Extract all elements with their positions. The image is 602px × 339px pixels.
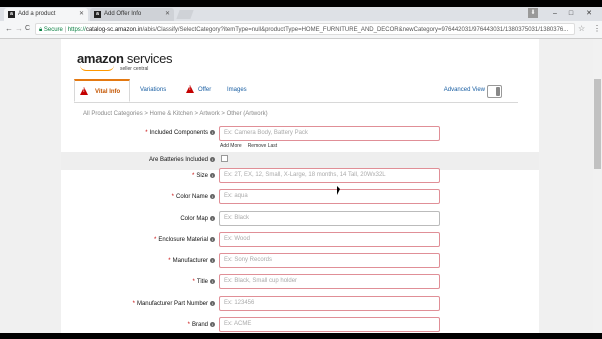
url-host: catalog-sc.amazon.in — [85, 27, 143, 33]
url-path: /abis/Classify/SelectCategory?itemType=n… — [142, 27, 569, 33]
manufacturer-input[interactable]: Ex: Sony Records — [219, 253, 440, 268]
form-row: * Title i Ex: Black, Small cup holder — [61, 273, 539, 291]
amazon-favicon-icon: a — [8, 11, 15, 18]
warning-icon — [80, 87, 88, 95]
browser-menu-icon[interactable]: ⋮ — [593, 24, 601, 33]
enclosure-material-input[interactable]: Ex: Wood — [219, 232, 440, 247]
color-name-input[interactable]: Ex: aqua — [219, 189, 440, 204]
amazon-services-logo[interactable]: amazon services seller central — [77, 51, 173, 72]
field-label: * Title i — [193, 277, 215, 287]
close-window-button[interactable]: ✕ — [582, 7, 596, 20]
warning-icon — [186, 85, 194, 93]
url-prefix: https:// — [67, 27, 86, 33]
info-icon[interactable]: i — [210, 321, 215, 327]
logo-subtitle: seller central — [120, 66, 149, 72]
category-breadcrumb[interactable]: All Product Categories > Home & Kitchen … — [83, 111, 268, 117]
tab-title: Add Offer Info — [104, 11, 142, 17]
form-row: Color Map i Ex: Black — [61, 210, 539, 228]
forward-arrow-icon[interactable]: → — [15, 24, 23, 34]
minimize-button[interactable]: – — [548, 7, 562, 20]
info-icon[interactable]: i — [210, 300, 215, 306]
close-tab-icon[interactable]: ✕ — [79, 8, 84, 21]
tab-label: Images — [227, 87, 247, 93]
info-icon[interactable]: i — [210, 156, 215, 162]
form-row: * Brand i Ex: ACME — [61, 316, 539, 333]
reload-icon[interactable]: C — [25, 24, 30, 34]
add-more-link[interactable]: Add More — [220, 143, 242, 149]
address-bar: ← → C 🔒︎ Secure | https://catalog-sc.ama… — [0, 21, 602, 39]
form-row: * Size i Ex: 2T, EX, 12, Small, X-Large, 1… — [61, 167, 539, 185]
download-icon[interactable]: ⬇ — [528, 8, 538, 18]
amazon-favicon-icon: a — [94, 11, 101, 18]
form-row: * Manufacturer i Ex: Sony Records — [61, 252, 539, 270]
form-row: * Color Name i Ex: aqua — [61, 188, 539, 206]
tab-offer[interactable]: Offer — [184, 79, 211, 102]
field-label: Color Map i — [180, 214, 215, 224]
field-label: * Manufacturer i — [168, 256, 215, 266]
info-icon[interactable]: i — [210, 236, 215, 242]
info-icon[interactable]: i — [210, 215, 215, 221]
mouse-cursor-icon — [337, 186, 340, 195]
info-icon[interactable]: i — [210, 278, 215, 284]
smile-icon — [80, 65, 114, 71]
included-components-input[interactable]: Ex: Camera Body, Battery Pack — [219, 126, 440, 141]
product-tabs: Vital Info Variations Offer Images Advan… — [74, 79, 518, 103]
browser-window: a Add a product ✕ a Add Offer Info ✕ ⬇ –… — [0, 7, 602, 333]
tab-title: Add a product — [18, 11, 56, 17]
title-input[interactable]: Ex: Black, Small cup holder — [219, 274, 440, 289]
maximize-button[interactable]: □ — [564, 7, 578, 20]
seller-central-page: amazon services seller central Vital Inf… — [61, 39, 539, 333]
brand-input[interactable]: Ex: ACME — [219, 317, 440, 332]
color-map-input[interactable]: Ex: Black — [219, 211, 440, 226]
form-row: * Enclosure Material i Ex: Wood — [61, 231, 539, 249]
tab-label: Vital Info — [95, 89, 121, 95]
info-icon[interactable]: i — [210, 172, 215, 178]
add-remove-links: Add More Remove Last — [220, 143, 283, 149]
info-icon[interactable]: i — [210, 129, 215, 135]
info-icon[interactable]: i — [210, 193, 215, 199]
new-tab-button[interactable] — [176, 10, 194, 19]
back-arrow-icon[interactable]: ← — [5, 24, 13, 34]
batteries-included-checkbox[interactable] — [221, 155, 228, 162]
advanced-view-toggle[interactable] — [487, 85, 502, 98]
logo-suffix: services — [126, 51, 173, 66]
remove-last-link[interactable]: Remove Last — [248, 143, 277, 149]
page-scrollbar[interactable] — [593, 39, 602, 333]
browser-tab-add-offer-info[interactable]: a Add Offer Info ✕ — [90, 8, 174, 21]
page-viewport: amazon services seller central Vital Inf… — [0, 39, 602, 333]
field-label: * Enclosure Material i — [154, 235, 215, 245]
field-label: * Size i — [192, 171, 215, 181]
scrollbar-thumb[interactable] — [594, 79, 601, 169]
field-label: * Color Name i — [172, 192, 215, 202]
tab-bar: a Add a product ✕ a Add Offer Info ✕ ⬇ –… — [0, 7, 602, 21]
bookmark-star-icon[interactable]: ☆ — [578, 24, 585, 33]
field-label: * Manufacturer Part Number i — [133, 299, 215, 309]
close-tab-icon[interactable]: ✕ — [165, 8, 170, 21]
field-label: * Included Components i — [145, 128, 215, 138]
tab-images[interactable]: Images — [227, 79, 247, 102]
logo-brand: amazon — [77, 51, 124, 66]
field-label: * Brand i — [188, 320, 215, 330]
tab-vital-info[interactable]: Vital Info — [74, 79, 130, 102]
info-icon[interactable]: i — [210, 257, 215, 263]
form-row: * Manufacturer Part Number i Ex: 123456 — [61, 295, 539, 313]
manufacturer-part-number-input[interactable]: Ex: 123456 — [219, 296, 440, 311]
form-row: * Included Components i Ex: Camera Body, B… — [61, 125, 539, 143]
tab-label: Variations — [140, 87, 167, 93]
field-label: Are Batteries Included i — [149, 155, 215, 165]
size-input[interactable]: Ex: 2T, EX, 12, Small, X-Large, 18 month… — [219, 168, 440, 183]
tab-label: Offer — [198, 87, 212, 93]
tab-variations[interactable]: Variations — [140, 79, 166, 102]
lock-icon: 🔒︎ — [39, 27, 43, 33]
secure-label: Secure — [43, 27, 63, 33]
advanced-view-label[interactable]: Advanced View — [444, 79, 485, 102]
browser-tab-add-product[interactable]: a Add a product ✕ — [4, 8, 88, 21]
url-field[interactable]: 🔒︎ Secure | https://catalog-sc.amazon.in… — [35, 23, 575, 35]
